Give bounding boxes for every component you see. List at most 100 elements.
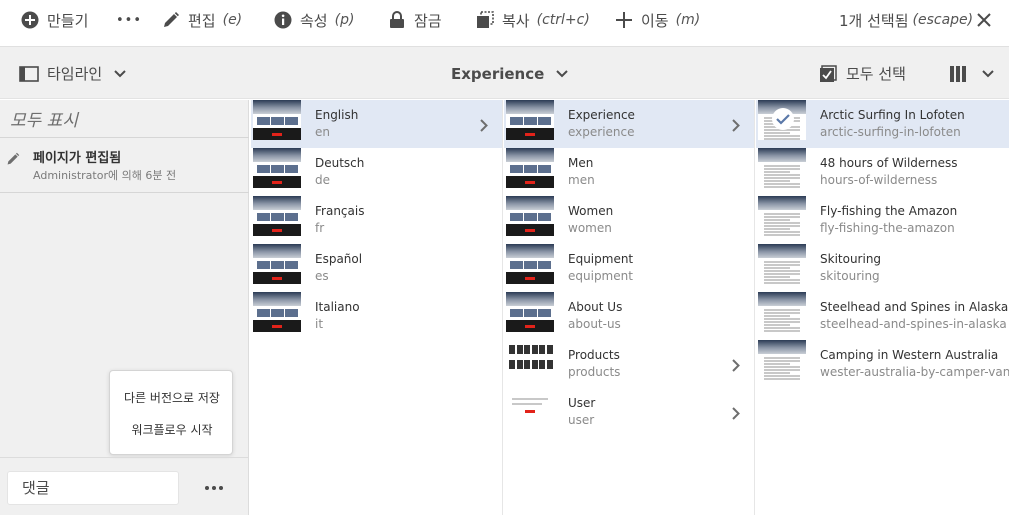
page-thumbnail: [253, 100, 301, 140]
page-title: Experience: [451, 64, 545, 83]
properties-label: 속성: [300, 11, 328, 30]
item-title: Italiano: [315, 300, 360, 314]
item-title: Steelhead and Spines in Alaska: [820, 300, 1009, 314]
item-title: User: [568, 396, 596, 410]
comment-input[interactable]: [7, 471, 179, 505]
close-icon: [974, 10, 994, 30]
item-title: Français: [315, 204, 365, 218]
column-sections: Experience experience Men men Women women Equi…: [504, 100, 755, 515]
create-button[interactable]: 만들기: [20, 0, 88, 40]
item-name: hours-of-wilderness: [820, 173, 938, 187]
show-all-filter[interactable]: 모두 표시: [0, 100, 249, 138]
chevron-right-icon[interactable]: [732, 405, 740, 424]
edit-button[interactable]: 편집 (e): [161, 0, 242, 40]
more-actions-button[interactable]: •••: [116, 0, 142, 40]
list-item[interactable]: About Us about-us: [504, 292, 754, 340]
item-title: Women: [568, 204, 614, 218]
item-title: Deutsch: [315, 156, 365, 170]
lock-button[interactable]: 잠금: [387, 0, 442, 40]
list-item[interactable]: Arctic Surfing In Lofoten arctic-surfing-…: [756, 100, 1009, 148]
move-shortcut: (m): [675, 12, 701, 28]
list-item[interactable]: Experience experience: [504, 100, 754, 148]
action-bar: 만들기 ••• 편집 (e) 속성 (p) 잠금 복사 (ctrl+c) 이동 …: [0, 0, 1009, 44]
chevron-right-icon[interactable]: [732, 117, 740, 136]
item-title: Fly-fishing the Amazon: [820, 204, 958, 218]
column-articles: Arctic Surfing In Lofoten arctic-surfing-…: [756, 100, 1009, 515]
list-item[interactable]: Products products: [504, 340, 754, 388]
move-icon: [614, 10, 634, 30]
list-item[interactable]: Men men: [504, 148, 754, 196]
item-name: de: [315, 173, 330, 187]
list-item[interactable]: User user: [504, 388, 754, 436]
item-name: women: [568, 221, 612, 235]
list-item[interactable]: Fly-fishing the Amazon fly-fishing-the-am…: [756, 196, 1009, 244]
item-name: fly-fishing-the-amazon: [820, 221, 955, 235]
move-button[interactable]: 이동 (m): [614, 0, 700, 40]
info-icon: [273, 10, 293, 30]
list-item[interactable]: Italiano it: [251, 292, 502, 340]
breadcrumb-dropdown[interactable]: Experience: [451, 47, 572, 100]
list-item[interactable]: 48 hours of Wilderness hours-of-wildernes…: [756, 148, 1009, 196]
chevron-right-icon[interactable]: [480, 117, 488, 136]
page-thumbnail: [758, 244, 806, 284]
page-thumbnail: [758, 196, 806, 236]
start-workflow-item[interactable]: 워크플로우 시작: [110, 421, 234, 438]
lock-label: 잠금: [414, 11, 442, 30]
properties-button[interactable]: 속성 (p): [273, 0, 354, 40]
item-name: en: [315, 125, 330, 139]
list-item[interactable]: Camping in Western Australia wester-austr…: [756, 340, 1009, 388]
select-all-label: 모두 선택: [846, 65, 906, 83]
timeline-event-subtitle: Administrator에 의해 6분 전: [33, 169, 177, 182]
page-thumbnail: [253, 292, 301, 332]
item-title: Skitouring: [820, 252, 882, 266]
comment-bar: [0, 457, 249, 515]
view-switcher-button[interactable]: [948, 47, 998, 100]
edit-shortcut: (e): [222, 12, 243, 28]
item-title: Men: [568, 156, 594, 170]
list-item[interactable]: Español es: [251, 244, 502, 292]
save-as-version-item[interactable]: 다른 버전으로 저장: [110, 389, 234, 406]
page-thumbnail: [506, 196, 554, 236]
item-name: equipment: [568, 269, 633, 283]
chevron-right-icon[interactable]: [732, 357, 740, 376]
page-thumbnail: [253, 196, 301, 236]
column-view-icon: [948, 64, 968, 84]
rail-icon: [19, 64, 39, 84]
copy-icon: [475, 10, 495, 30]
pencil-icon: [6, 151, 20, 170]
rail-toggle-button[interactable]: 타임라인: [19, 47, 130, 100]
more-options-button[interactable]: [203, 478, 225, 498]
page-thumbnail: [506, 100, 554, 140]
list-item[interactable]: Français fr: [251, 196, 502, 244]
page-thumbnail: [506, 244, 554, 284]
move-label: 이동: [641, 11, 669, 30]
create-label: 만들기: [47, 11, 89, 30]
item-title: Products: [568, 348, 620, 362]
list-item[interactable]: Equipment equipment: [504, 244, 754, 292]
page-thumbnail: [758, 100, 806, 140]
copy-button[interactable]: 복사 (ctrl+c): [475, 0, 590, 40]
copy-shortcut: (ctrl+c): [536, 12, 590, 28]
item-name: fr: [315, 221, 325, 235]
list-item[interactable]: Skitouring skitouring: [756, 244, 1009, 292]
timeline-actions-popover: 다른 버전으로 저장 워크플로우 시작: [109, 370, 233, 455]
page-thumbnail: [758, 340, 806, 380]
copy-label: 복사: [502, 11, 530, 30]
list-item[interactable]: Steelhead and Spines in Alaska steelhead-…: [756, 292, 1009, 340]
checkmark-icon: [772, 108, 794, 130]
column-languages: English en Deutsch de Français fr Español es Ita…: [251, 100, 503, 515]
item-title: English: [315, 108, 359, 122]
selection-count-label: 1개 선택됨: [839, 11, 909, 30]
item-name: wester-australia-by-camper-van: [820, 365, 1009, 379]
lock-icon: [387, 10, 407, 30]
item-title: Camping in Western Australia: [820, 348, 999, 362]
list-item[interactable]: Women women: [504, 196, 754, 244]
close-selection-button[interactable]: [974, 0, 994, 40]
list-item[interactable]: Deutsch de: [251, 148, 502, 196]
list-item[interactable]: English en: [251, 100, 502, 148]
page-thumbnail: [506, 292, 554, 332]
timeline-event[interactable]: 페이지가 편집됨 Administrator에 의해 6분 전: [0, 139, 249, 193]
item-name: products: [568, 365, 621, 379]
select-all-button[interactable]: 모두 선택: [818, 47, 906, 100]
item-title: Experience: [568, 108, 635, 122]
